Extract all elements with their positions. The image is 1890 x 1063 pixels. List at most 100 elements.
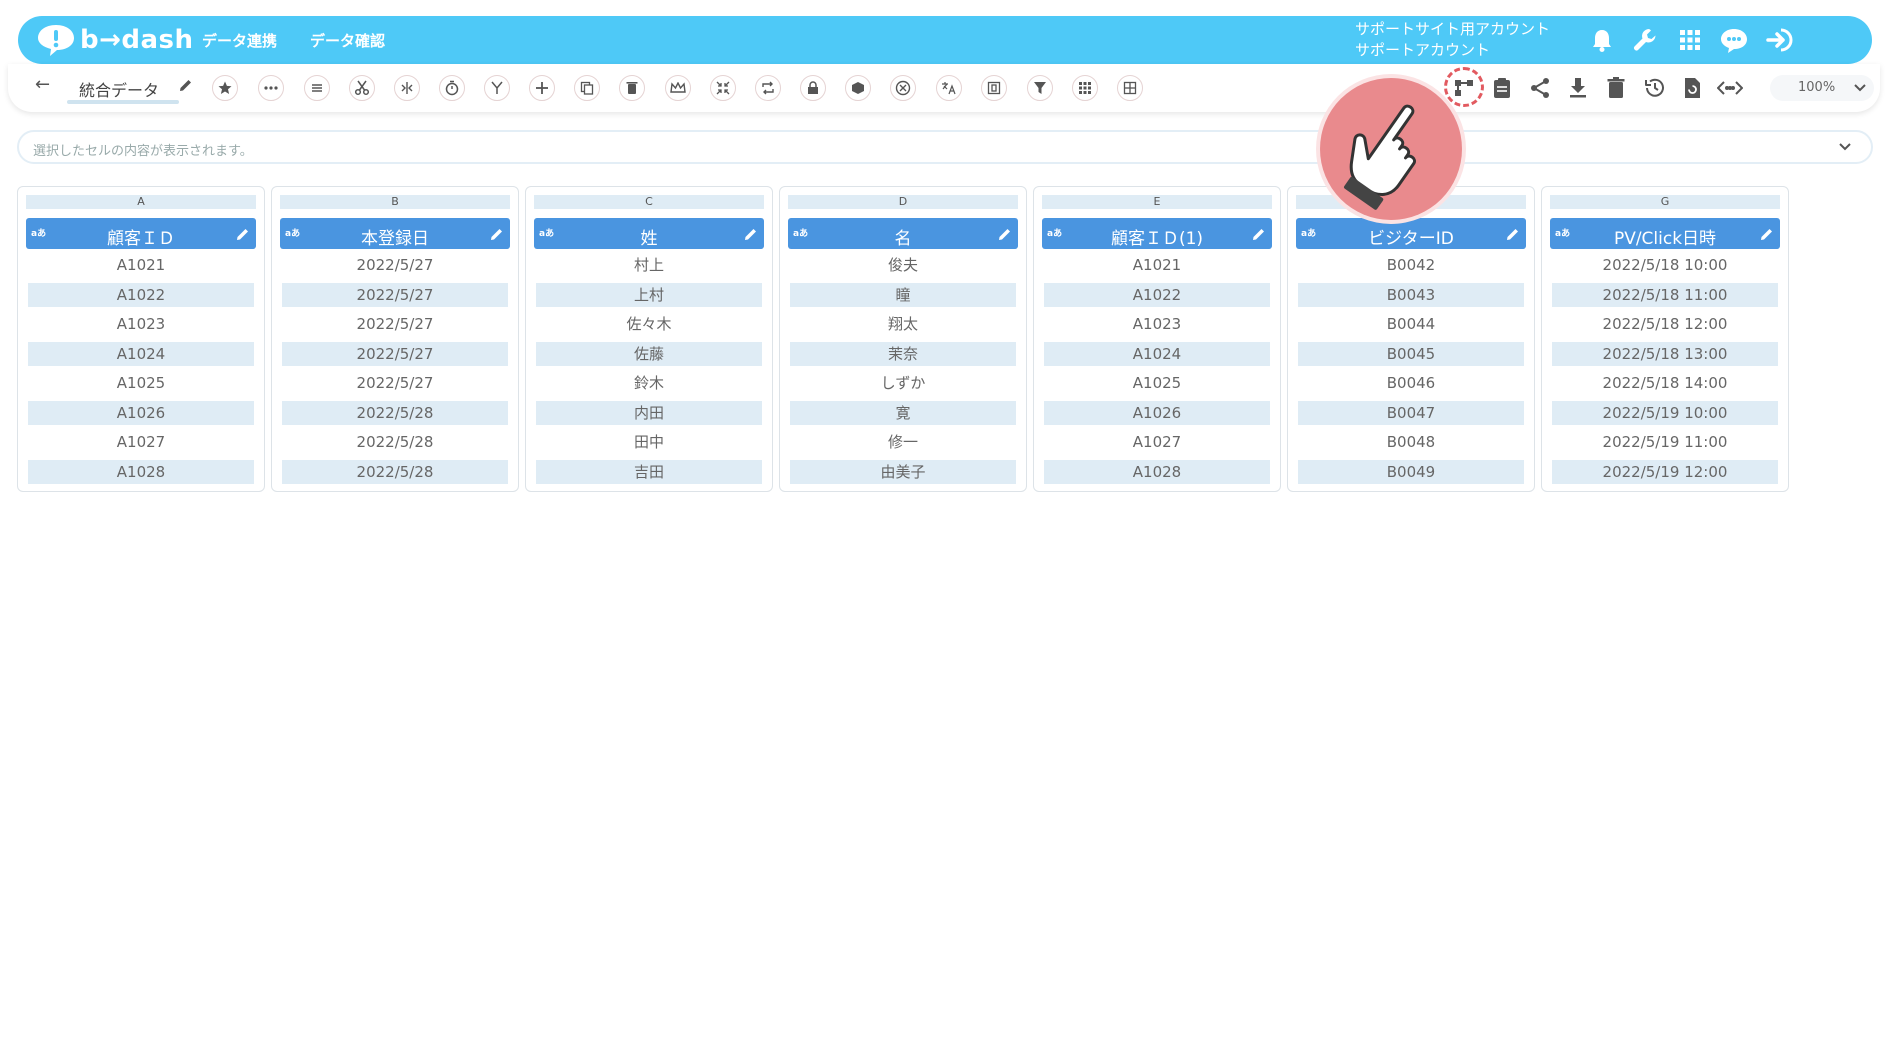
back-arrow-icon[interactable]: ← [35, 74, 50, 95]
table-cell[interactable]: 上村 [536, 282, 762, 307]
table-cell[interactable]: 2022/5/27 [282, 253, 508, 277]
column-letter[interactable]: C [534, 195, 764, 209]
table-cell[interactable]: A1026 [28, 400, 254, 425]
table-cell[interactable]: A1024 [1044, 341, 1270, 366]
column-header[interactable]: aあ 本登録日 [280, 218, 510, 249]
table-cell[interactable]: 田中 [536, 430, 762, 454]
column-letter[interactable]: B [280, 195, 510, 209]
table-cell[interactable]: A1022 [28, 282, 254, 307]
list-icon[interactable] [304, 75, 330, 101]
edit-column-icon[interactable] [490, 226, 504, 245]
table-cell[interactable]: B0044 [1298, 312, 1524, 336]
table-cell[interactable]: 修一 [790, 430, 1016, 454]
close-circle-icon[interactable] [890, 75, 916, 101]
table-cell[interactable]: B0047 [1298, 400, 1524, 425]
table-cell[interactable]: 鈴木 [536, 371, 762, 395]
wrench-icon[interactable] [1629, 24, 1661, 56]
table-cell[interactable]: A1022 [1044, 282, 1270, 307]
table-cell[interactable]: A1028 [28, 459, 254, 484]
logout-icon[interactable] [1764, 24, 1796, 56]
table-cell[interactable]: 2022/5/18 14:00 [1552, 371, 1778, 395]
clipboard-icon[interactable] [1488, 74, 1516, 102]
table-cell[interactable]: 翔太 [790, 312, 1016, 336]
table-cell[interactable]: A1027 [1044, 430, 1270, 454]
chevron-down-icon[interactable] [1837, 137, 1853, 159]
column-header[interactable]: aあ ビジターID [1296, 218, 1526, 249]
more-dots-icon[interactable] [258, 75, 284, 101]
column-header[interactable]: aあ名 [788, 218, 1018, 249]
plus-icon[interactable] [529, 75, 555, 101]
table-cell[interactable]: B0042 [1298, 253, 1524, 277]
table-cell[interactable]: B0043 [1298, 282, 1524, 307]
table-cell[interactable]: しずか [790, 371, 1016, 395]
table-cell[interactable]: A1024 [28, 341, 254, 366]
filter-icon[interactable] [1027, 75, 1053, 101]
column-header[interactable]: aあ PV/Click日時 [1550, 218, 1780, 249]
table-cell[interactable]: A1025 [1044, 371, 1270, 395]
column-letter[interactable]: A [26, 195, 256, 209]
column-letter[interactable]: E [1042, 195, 1272, 209]
table-cell[interactable]: 2022/5/18 12:00 [1552, 312, 1778, 336]
repeat-icon[interactable] [755, 75, 781, 101]
bell-icon[interactable] [1586, 24, 1618, 56]
table-cell[interactable]: 吉田 [536, 459, 762, 484]
star-icon[interactable] [212, 75, 238, 101]
table-cell[interactable]: 寛 [790, 400, 1016, 425]
table-cell[interactable]: 2022/5/27 [282, 312, 508, 336]
share-icon[interactable] [1526, 74, 1554, 102]
table-cell[interactable]: 佐々木 [536, 312, 762, 336]
table-cell[interactable]: 2022/5/27 [282, 371, 508, 395]
table-cell[interactable]: 瞳 [790, 282, 1016, 307]
collapse-icon[interactable] [710, 75, 736, 101]
table-cell[interactable]: A1028 [1044, 459, 1270, 484]
table-cell[interactable]: B0045 [1298, 341, 1524, 366]
history-icon[interactable] [1640, 74, 1668, 102]
grid-apps-icon[interactable] [1674, 24, 1706, 56]
branch-icon[interactable] [484, 75, 510, 101]
table-cell[interactable]: B0048 [1298, 430, 1524, 454]
column-header[interactable]: aあ 顧客ＩＤ(1) [1042, 218, 1272, 249]
edit-column-icon[interactable] [744, 226, 758, 245]
scissors-icon[interactable] [349, 75, 375, 101]
table-cell[interactable]: A1021 [28, 253, 254, 277]
table-cell[interactable]: 2022/5/28 [282, 400, 508, 425]
table-cell[interactable]: 由美子 [790, 459, 1016, 484]
table-cell[interactable]: 茉奈 [790, 341, 1016, 366]
chat-bot-icon[interactable] [1718, 24, 1750, 56]
account-info[interactable]: サポートサイト用アカウント サポートアカウント [1355, 19, 1550, 61]
table-cell[interactable]: 2022/5/28 [282, 430, 508, 454]
edit-column-icon[interactable] [1252, 226, 1266, 245]
table-cell[interactable]: 2022/5/18 11:00 [1552, 282, 1778, 307]
copy-icon[interactable] [574, 75, 600, 101]
table-cell[interactable]: A1027 [28, 430, 254, 454]
table-cell[interactable]: 村上 [536, 253, 762, 277]
column-header[interactable]: aあ姓 [534, 218, 764, 249]
split-icon[interactable] [394, 75, 420, 101]
table-cell[interactable]: 2022/5/19 10:00 [1552, 400, 1778, 425]
edit-column-icon[interactable] [1506, 226, 1520, 245]
crown-icon[interactable] [665, 75, 691, 101]
edit-title-icon[interactable] [179, 77, 193, 96]
table-cell[interactable]: 2022/5/18 10:00 [1552, 253, 1778, 277]
translate-icon[interactable] [936, 75, 962, 101]
edit-column-icon[interactable] [998, 226, 1012, 245]
nav-data-check[interactable]: データ確認 [310, 30, 385, 51]
lock-icon[interactable] [800, 75, 826, 101]
zoom-select[interactable]: 100% [1770, 75, 1874, 101]
table-cell[interactable]: A1021 [1044, 253, 1270, 277]
table-cell[interactable]: 2022/5/19 12:00 [1552, 459, 1778, 484]
app-logo[interactable]: b→dash [36, 23, 194, 57]
edit-column-icon[interactable] [236, 226, 250, 245]
table-cell[interactable]: 内田 [536, 400, 762, 425]
table-cell[interactable]: 2022/5/28 [282, 459, 508, 484]
column-letter[interactable]: D [788, 195, 1018, 209]
cell-content-bar[interactable]: 選択したセルの内容が表示されます。 [17, 130, 1873, 164]
table-cell[interactable]: 俊夫 [790, 253, 1016, 277]
download-icon[interactable] [1564, 74, 1592, 102]
table-cell[interactable]: 2022/5/19 11:00 [1552, 430, 1778, 454]
delete-icon[interactable] [619, 75, 645, 101]
table-cell[interactable]: A1023 [1044, 312, 1270, 336]
table-cell[interactable]: 2022/5/18 13:00 [1552, 341, 1778, 366]
table-cell[interactable]: 2022/5/27 [282, 341, 508, 366]
table-cell[interactable]: 2022/5/27 [282, 282, 508, 307]
